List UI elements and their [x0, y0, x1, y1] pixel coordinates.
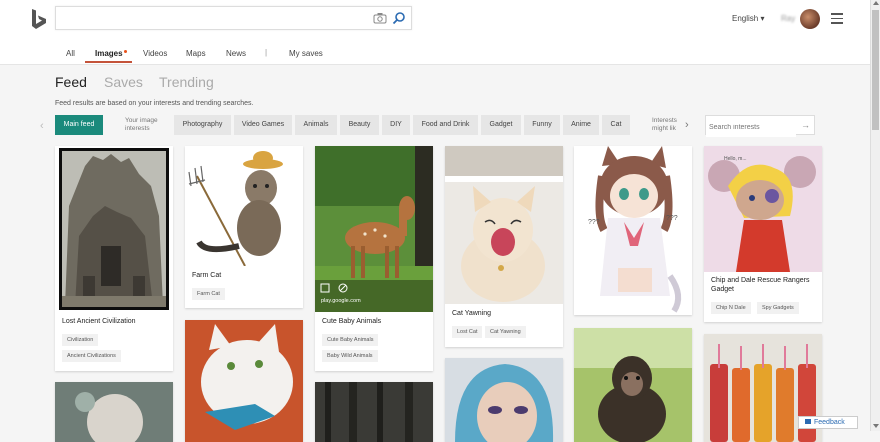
image-card-cute-baby-animals[interactable]: play.google.com Cute Baby Animals Cute B… [315, 146, 433, 371]
image-card[interactable]: ??? ??? [574, 146, 692, 315]
feed-tab-feed[interactable]: Feed [55, 74, 87, 90]
card-tag[interactable]: Ancient Civilizations [62, 350, 121, 362]
card-title[interactable]: Farm Cat [192, 272, 221, 279]
page-scrollbar[interactable] [870, 0, 880, 431]
chip-video-games[interactable]: Video Games [234, 115, 292, 135]
new-indicator-dot [124, 50, 127, 53]
bing-logo[interactable] [30, 8, 48, 30]
card-image[interactable]: ??? ??? [574, 146, 692, 315]
search-interests-box[interactable]: → [705, 115, 815, 137]
chip-funny[interactable]: Funny [524, 115, 560, 135]
card-tag[interactable]: Baby Wild Animals [322, 350, 378, 362]
image-card[interactable] [315, 382, 433, 442]
card-image[interactable]: Hello, m... [704, 146, 822, 272]
image-card[interactable] [574, 328, 692, 442]
tab-separator: | [265, 48, 268, 57]
image-card[interactable] [185, 320, 303, 442]
card-tag[interactable]: Chip N Dale [711, 302, 751, 314]
card-tag[interactable]: Farm Cat [192, 288, 225, 300]
your-image-interests-label: Your image interests [125, 117, 158, 132]
image-card-farm-cat[interactable]: Farm Cat Farm Cat [185, 146, 303, 308]
scroll-down-arrow-icon[interactable] [873, 424, 879, 428]
svg-text:???: ??? [666, 215, 678, 222]
interests-might-like-label: Interests might lik [652, 117, 677, 132]
feed-tab-saves[interactable]: Saves [104, 74, 143, 90]
svg-text:Hello, m...: Hello, m... [724, 156, 747, 162]
tab-videos[interactable]: Videos [143, 49, 167, 58]
card-image[interactable] [55, 382, 173, 442]
chip-diy[interactable]: DIY [382, 115, 410, 135]
chevron-right-icon[interactable]: › [685, 119, 689, 131]
tab-all[interactable]: All [66, 49, 75, 58]
chip-anime[interactable]: Anime [563, 115, 599, 135]
card-tag[interactable]: Spy Gadgets [757, 302, 799, 314]
camera-icon[interactable] [373, 12, 387, 24]
search-input[interactable] [56, 7, 366, 29]
image-card-chip-and-dale-rescue-rangers-gadget[interactable]: Hello, m... Chip and Dale Rescue Rangers… [704, 146, 822, 322]
card-image[interactable] [315, 146, 433, 312]
card-tag[interactable]: Lost Cat [452, 326, 483, 338]
chip-cat[interactable]: Cat [602, 115, 630, 135]
feedback-button[interactable]: Feedback [798, 416, 858, 429]
tab-news[interactable]: News [226, 49, 246, 58]
main-feed-button[interactable]: Main feed [55, 115, 103, 135]
tab-my-saves[interactable]: My saves [289, 49, 323, 58]
chip-animals[interactable]: Animals [295, 115, 337, 135]
image-card[interactable] [445, 358, 563, 442]
card-title[interactable]: Chip and Dale Rescue Rangers Gadget [711, 276, 817, 294]
image-source-label[interactable]: play.google.com [321, 298, 361, 304]
feed-note: Feed results are based on your interests… [55, 100, 254, 107]
image-card-cat-yawning[interactable]: Cat Yawning Lost Cat Cat Yawning [445, 146, 563, 347]
card-image[interactable] [185, 146, 303, 266]
language-selector[interactable]: English ▾ [732, 14, 764, 23]
card-image[interactable] [445, 146, 563, 304]
feedback-icon [805, 419, 811, 424]
search-icon[interactable] [392, 11, 406, 25]
card-image[interactable] [445, 358, 563, 442]
tab-images[interactable]: Images [95, 49, 123, 58]
card-image[interactable] [574, 328, 692, 442]
card-tag[interactable]: Civilization [62, 334, 99, 346]
card-image[interactable] [55, 146, 173, 312]
chip-beauty[interactable]: Beauty [340, 115, 379, 135]
scroll-up-arrow-icon[interactable] [873, 1, 879, 5]
card-tag[interactable]: Cute Baby Animals [322, 334, 379, 346]
chip-photography[interactable]: Photography [174, 115, 231, 135]
card-title[interactable]: Cute Baby Animals [322, 318, 381, 325]
hamburger-menu-icon[interactable] [831, 13, 843, 24]
tab-maps[interactable]: Maps [186, 49, 206, 58]
search-interests-input[interactable] [706, 118, 796, 137]
card-title[interactable]: Cat Yawning [452, 310, 491, 317]
chevron-left-icon[interactable]: ‹ [40, 120, 44, 132]
avatar[interactable] [800, 9, 820, 29]
search-box[interactable] [55, 6, 412, 30]
card-title[interactable]: Lost Ancient Civilization [62, 318, 136, 325]
arrow-right-icon[interactable]: → [801, 120, 810, 130]
top-bar: English ▾ Ray All Images Videos Maps New… [0, 0, 870, 65]
image-card[interactable] [55, 382, 173, 442]
active-tab-underline [85, 61, 132, 63]
chip-gadget[interactable]: Gadget [481, 115, 521, 135]
svg-text:???: ??? [588, 219, 600, 226]
card-image[interactable] [185, 320, 303, 442]
user-name[interactable]: Ray [781, 14, 795, 23]
image-card-lost-ancient-civilization[interactable]: Lost Ancient Civilization Civilization A… [55, 146, 173, 371]
chip-food-and-drink[interactable]: Food and Drink [413, 115, 478, 135]
feed-tab-trending[interactable]: Trending [159, 74, 214, 90]
card-tag[interactable]: Cat Yawning [485, 326, 526, 338]
card-image[interactable] [315, 382, 433, 442]
scroll-thumb[interactable] [872, 10, 879, 130]
feedback-label: Feedback [814, 419, 845, 426]
